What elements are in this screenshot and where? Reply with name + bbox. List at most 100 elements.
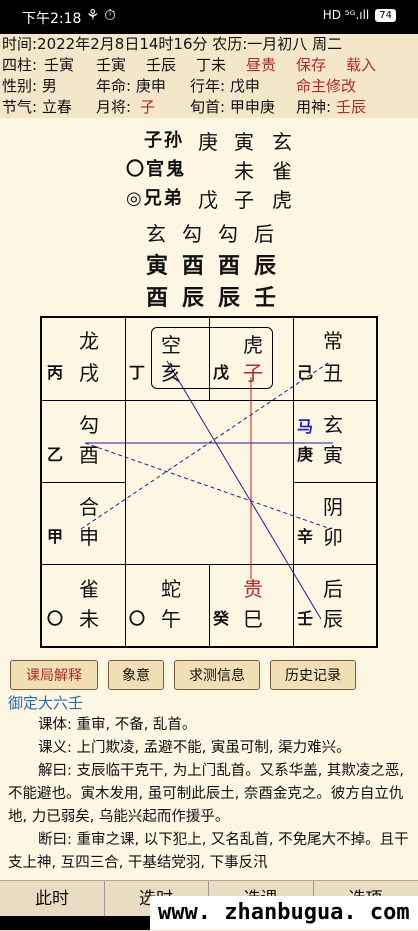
sike-cell: 壬 [254,285,279,311]
save-button[interactable]: 保存 [296,55,326,76]
stem-label: 丙 [47,363,64,382]
branch-label: 未 [79,607,99,631]
sike-cell: 酉 [146,285,171,311]
branch-label: 申 [79,525,99,549]
paragraph: 解曰: 支辰临干克干, 为上门乱首。又系华盖, 其欺凌之恶, 不能避也。寅木发用… [8,763,405,825]
god-label: 勾 [79,413,99,437]
stem-label: 〇 [47,609,64,628]
chuan-relation: ◎兄弟 [126,188,184,209]
chuan-zhi: 寅 [234,130,256,154]
stem-label: 己 [297,363,314,382]
sike-cell: 辰 [182,285,207,311]
branch-label: 子 [243,361,263,385]
sike-cell: 辰 [218,285,243,311]
chuan-zhi: 未 [234,159,256,183]
god-label: 雀 [79,577,99,601]
xunshou-text: 旬首: 甲申庚 [190,98,275,116]
xingnian-text: 行年: 戊申 [190,77,260,95]
chuan-relation: 〇官鬼 [126,159,186,180]
sizhu-label: 四柱: [2,56,38,74]
history-button[interactable]: 历史记录 [270,660,356,690]
watermark-text: www. zhanbugua. com [150,896,418,930]
stem-label: 庚 [297,445,314,464]
god-label: 阴 [323,495,343,519]
branch-label: 丑 [323,361,343,385]
datetime-text: 时间:2022年2月8日14时16分 农历:一月初八 周二 [2,35,343,53]
gender-text: 性别: 男 [2,77,57,95]
branch-label: 亥 [161,361,181,385]
yongshen-value: 壬辰 [336,98,367,116]
stem-label: 丁 [129,363,146,382]
god-label: 蛇 [161,577,181,601]
yuejiang-value: 子 [140,98,156,116]
sike-cell: 勾 [218,222,240,246]
chuan-god: 雀 [272,159,294,183]
tianpan-board: 龙 丙 戌 空 丁 亥 虎 戊 子 常 己 丑 勾 乙 酉 合 甲 申 马 玄 … [40,316,378,648]
sike-cell: 酉 [182,253,207,279]
god-label: 空 [161,333,181,357]
line-shen-chou [80,360,332,530]
branch-label: 巳 [243,607,263,631]
paragraph: 课体: 重审, 不备, 乱首。 [38,717,197,733]
pillar-hour: 丁未 [196,56,227,74]
explanation-text: 课体: 重审, 不备, 乱首。 课义: 上门欺凌, 孟避不能, 寅虽可制, 渠力… [8,714,410,875]
modify-owner-button[interactable]: 命主修改 [296,76,356,97]
branch-label: 午 [161,607,181,631]
stem-label: 壬 [297,609,314,628]
stem-label: 甲 [47,527,64,546]
info-panel: 时间:2022年2月8日14时16分 农历:一月初八 周二 四柱: 壬寅 壬寅 … [0,34,418,118]
god-label: 虎 [243,333,263,357]
sike-cell: 勾 [182,222,204,246]
horse-mark: 马 [297,417,314,436]
yongshen-label: 用神: [296,98,332,116]
stem-label: 辛 [297,527,314,546]
battery-icon: 74 [375,8,396,22]
pillar-month: 壬寅 [96,56,127,74]
nianming-text: 年命: 庚申 [96,77,166,95]
sike-cell: 后 [254,222,276,246]
lesson-explain-button[interactable]: 课局解释 [10,660,98,690]
status-icons: ⚘ ⏱ [86,6,116,24]
branch-label: 辰 [323,607,343,631]
branch-label: 戌 [79,361,99,385]
god-label: 后 [323,577,343,601]
sike-cell: 玄 [146,222,168,246]
pillar-day: 壬辰 [146,56,177,74]
god-label: 龙 [79,329,99,353]
stem-label: 〇 [129,609,146,628]
zhougui-button[interactable]: 昼贵 [246,55,276,76]
chuan-2: 〇官鬼 未 雀 [126,155,306,183]
god-label: 常 [323,329,343,353]
god-label: 合 [79,495,99,519]
chuan-relation: 子孙 [144,130,184,151]
imagery-button[interactable]: 象意 [108,660,164,690]
query-info-button[interactable]: 求测信息 [174,660,260,690]
sike-cell: 辰 [254,253,279,279]
sike-cell: 寅 [146,253,171,279]
chuan-zhi: 子 [234,188,256,212]
section-title: 御定大六壬 [8,694,84,712]
yuejiang-label: 月将: [96,98,132,116]
chuan-god: 虎 [272,188,294,212]
chuan-3: ◎兄弟 戊 子 虎 [126,184,306,212]
branch-label: 寅 [323,443,343,467]
god-label: 玄 [323,413,343,437]
chuan-gan: 戊 [198,188,220,212]
paragraph: 课义: 上门欺凌, 孟避不能, 寅虽可制, 渠力难兴。 [38,740,351,756]
stem-label: 癸 [213,609,230,628]
chuan-1: 子孙 庚 寅 玄 [126,126,306,154]
status-bar: 下午2:18 ⚘ ⏱ HD ⁵ᴳ.ıll 74 [0,0,418,34]
signal-icon: HD ⁵ᴳ.ıll [322,8,370,22]
stem-label: 戊 [213,363,230,382]
chuan-god: 玄 [272,130,294,154]
stem-label: 乙 [47,445,64,464]
nav-now[interactable]: 此时 [0,881,105,917]
status-time: 下午2:18 [22,11,82,27]
sike-cell: 酉 [218,253,243,279]
paragraph: 断曰: 重审之课, 以下犯上, 又名乱首, 不免尾大不掉。且干支上神, 互四三合… [8,832,409,871]
god-label: 贵 [243,577,263,601]
system-bar [0,916,150,930]
chuan-gan: 庚 [198,130,220,154]
load-button[interactable]: 载入 [346,55,376,76]
branch-label: 酉 [79,443,99,467]
